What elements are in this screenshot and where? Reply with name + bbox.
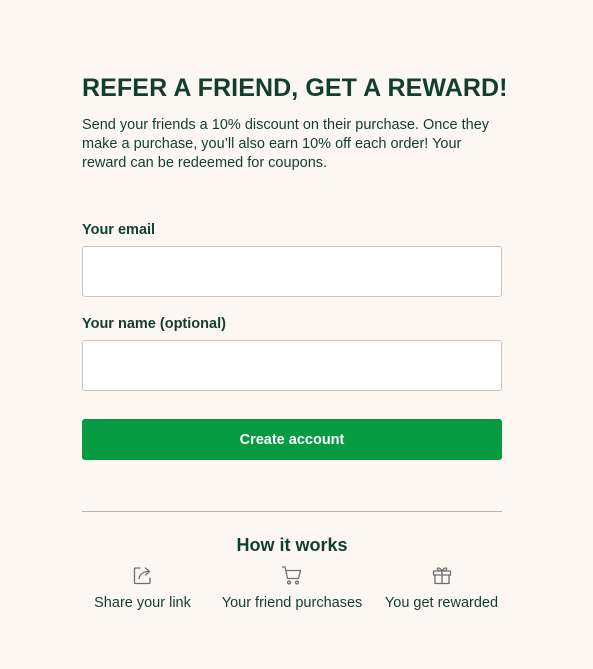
- email-label: Your email: [82, 222, 156, 238]
- name-field[interactable]: [82, 340, 502, 391]
- email-field[interactable]: [82, 246, 502, 297]
- referral-panel: REFER A FRIEND, GET A REWARD! Send your …: [82, 72, 508, 613]
- page-title: REFER A FRIEND, GET A REWARD!: [82, 74, 508, 102]
- step-reward: You get rewarded: [367, 563, 516, 613]
- step-purchase: Your friend purchases: [218, 563, 367, 613]
- step-share: Share your link: [68, 563, 217, 613]
- step-purchase-label: Your friend purchases: [221, 595, 363, 611]
- cart-icon: [281, 566, 302, 585]
- step-reward-label: You get rewarded: [384, 595, 499, 611]
- section-divider: [82, 511, 502, 512]
- create-account-button[interactable]: Create account: [82, 419, 502, 460]
- how-it-works-steps: Share your link Your friend purchases Yo…: [68, 563, 516, 613]
- how-it-works-title: How it works: [236, 535, 348, 555]
- step-share-label: Share your link: [94, 595, 191, 611]
- gift-icon: [432, 567, 451, 585]
- share-icon: [133, 567, 151, 585]
- name-label: Your name (optional): [82, 316, 226, 332]
- referral-description: Send your friends a 10% discount on thei…: [82, 117, 490, 171]
